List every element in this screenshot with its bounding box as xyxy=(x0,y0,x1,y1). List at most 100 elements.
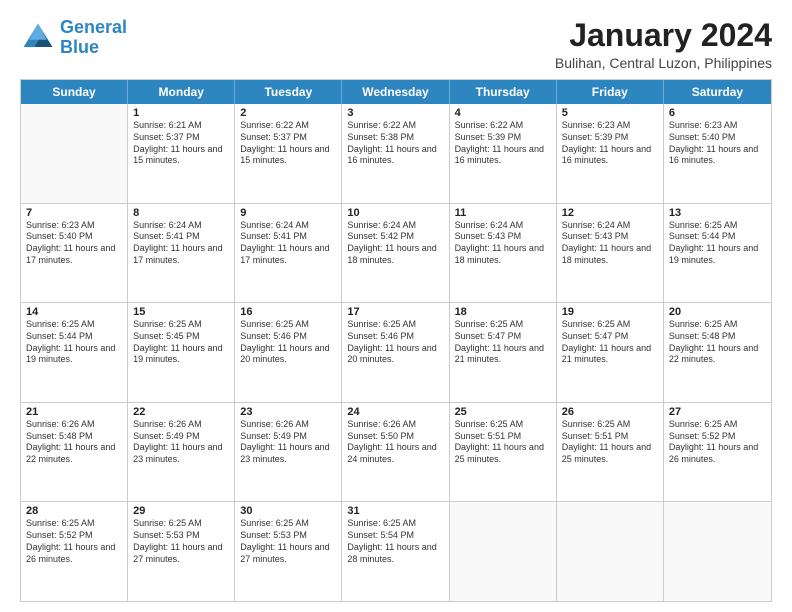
daylight-text: Daylight: 11 hours and 23 minutes. xyxy=(240,442,336,465)
day-cell-3: 3Sunrise: 6:22 AMSunset: 5:38 PMDaylight… xyxy=(342,104,449,203)
daylight-text: Daylight: 11 hours and 27 minutes. xyxy=(240,542,336,565)
day-number: 2 xyxy=(240,107,336,119)
sunrise-text: Sunrise: 6:24 AM xyxy=(133,220,229,232)
sunset-text: Sunset: 5:49 PM xyxy=(240,431,336,443)
day-cell-22: 22Sunrise: 6:26 AMSunset: 5:49 PMDayligh… xyxy=(128,403,235,502)
week-row-1: 7Sunrise: 6:23 AMSunset: 5:40 PMDaylight… xyxy=(21,203,771,303)
day-cell-14: 14Sunrise: 6:25 AMSunset: 5:44 PMDayligh… xyxy=(21,303,128,402)
logo-text: General Blue xyxy=(60,18,127,58)
location: Bulihan, Central Luzon, Philippines xyxy=(555,55,772,71)
daylight-text: Daylight: 11 hours and 26 minutes. xyxy=(669,442,766,465)
sunset-text: Sunset: 5:48 PM xyxy=(669,331,766,343)
day-number: 22 xyxy=(133,406,229,418)
sunrise-text: Sunrise: 6:25 AM xyxy=(669,319,766,331)
day-cell-25: 25Sunrise: 6:25 AMSunset: 5:51 PMDayligh… xyxy=(450,403,557,502)
sunrise-text: Sunrise: 6:25 AM xyxy=(562,419,658,431)
daylight-text: Daylight: 11 hours and 16 minutes. xyxy=(669,144,766,167)
day-number: 27 xyxy=(669,406,766,418)
sunrise-text: Sunrise: 6:25 AM xyxy=(133,319,229,331)
calendar: SundayMondayTuesdayWednesdayThursdayFrid… xyxy=(20,79,772,602)
sunrise-text: Sunrise: 6:22 AM xyxy=(455,120,551,132)
sunset-text: Sunset: 5:44 PM xyxy=(26,331,122,343)
header-day-sunday: Sunday xyxy=(21,80,128,104)
day-cell-19: 19Sunrise: 6:25 AMSunset: 5:47 PMDayligh… xyxy=(557,303,664,402)
day-number: 20 xyxy=(669,306,766,318)
day-number: 25 xyxy=(455,406,551,418)
sunset-text: Sunset: 5:47 PM xyxy=(562,331,658,343)
day-number: 11 xyxy=(455,207,551,219)
sunset-text: Sunset: 5:43 PM xyxy=(562,231,658,243)
day-number: 28 xyxy=(26,505,122,517)
daylight-text: Daylight: 11 hours and 19 minutes. xyxy=(133,343,229,366)
sunrise-text: Sunrise: 6:22 AM xyxy=(347,120,443,132)
day-number: 18 xyxy=(455,306,551,318)
daylight-text: Daylight: 11 hours and 16 minutes. xyxy=(347,144,443,167)
day-number: 30 xyxy=(240,505,336,517)
sunset-text: Sunset: 5:40 PM xyxy=(26,231,122,243)
day-number: 6 xyxy=(669,107,766,119)
day-number: 26 xyxy=(562,406,658,418)
header-day-monday: Monday xyxy=(128,80,235,104)
sunrise-text: Sunrise: 6:23 AM xyxy=(26,220,122,232)
daylight-text: Daylight: 11 hours and 15 minutes. xyxy=(133,144,229,167)
sunrise-text: Sunrise: 6:24 AM xyxy=(455,220,551,232)
sunset-text: Sunset: 5:47 PM xyxy=(455,331,551,343)
sunrise-text: Sunrise: 6:25 AM xyxy=(347,518,443,530)
daylight-text: Daylight: 11 hours and 15 minutes. xyxy=(240,144,336,167)
week-row-3: 21Sunrise: 6:26 AMSunset: 5:48 PMDayligh… xyxy=(21,402,771,502)
calendar-header: SundayMondayTuesdayWednesdayThursdayFrid… xyxy=(21,80,771,104)
day-number: 15 xyxy=(133,306,229,318)
sunset-text: Sunset: 5:48 PM xyxy=(26,431,122,443)
daylight-text: Daylight: 11 hours and 23 minutes. xyxy=(133,442,229,465)
sunset-text: Sunset: 5:45 PM xyxy=(133,331,229,343)
day-number: 17 xyxy=(347,306,443,318)
logo-blue: Blue xyxy=(60,37,99,57)
daylight-text: Daylight: 11 hours and 18 minutes. xyxy=(347,243,443,266)
sunset-text: Sunset: 5:49 PM xyxy=(133,431,229,443)
day-cell-30: 30Sunrise: 6:25 AMSunset: 5:53 PMDayligh… xyxy=(235,502,342,601)
day-number: 1 xyxy=(133,107,229,119)
day-number: 31 xyxy=(347,505,443,517)
sunrise-text: Sunrise: 6:25 AM xyxy=(240,518,336,530)
sunrise-text: Sunrise: 6:21 AM xyxy=(133,120,229,132)
sunrise-text: Sunrise: 6:25 AM xyxy=(669,220,766,232)
sunrise-text: Sunrise: 6:25 AM xyxy=(455,319,551,331)
day-cell-17: 17Sunrise: 6:25 AMSunset: 5:46 PMDayligh… xyxy=(342,303,449,402)
day-cell-2: 2Sunrise: 6:22 AMSunset: 5:37 PMDaylight… xyxy=(235,104,342,203)
day-cell-15: 15Sunrise: 6:25 AMSunset: 5:45 PMDayligh… xyxy=(128,303,235,402)
day-cell-9: 9Sunrise: 6:24 AMSunset: 5:41 PMDaylight… xyxy=(235,204,342,303)
sunrise-text: Sunrise: 6:25 AM xyxy=(347,319,443,331)
sunset-text: Sunset: 5:41 PM xyxy=(240,231,336,243)
day-cell-1: 1Sunrise: 6:21 AMSunset: 5:37 PMDaylight… xyxy=(128,104,235,203)
daylight-text: Daylight: 11 hours and 24 minutes. xyxy=(347,442,443,465)
daylight-text: Daylight: 11 hours and 22 minutes. xyxy=(669,343,766,366)
sunrise-text: Sunrise: 6:26 AM xyxy=(347,419,443,431)
day-cell-10: 10Sunrise: 6:24 AMSunset: 5:42 PMDayligh… xyxy=(342,204,449,303)
daylight-text: Daylight: 11 hours and 25 minutes. xyxy=(455,442,551,465)
sunset-text: Sunset: 5:46 PM xyxy=(240,331,336,343)
day-cell-31: 31Sunrise: 6:25 AMSunset: 5:54 PMDayligh… xyxy=(342,502,449,601)
day-cell-27: 27Sunrise: 6:25 AMSunset: 5:52 PMDayligh… xyxy=(664,403,771,502)
daylight-text: Daylight: 11 hours and 16 minutes. xyxy=(562,144,658,167)
day-cell-20: 20Sunrise: 6:25 AMSunset: 5:48 PMDayligh… xyxy=(664,303,771,402)
daylight-text: Daylight: 11 hours and 16 minutes. xyxy=(455,144,551,167)
day-number: 13 xyxy=(669,207,766,219)
daylight-text: Daylight: 11 hours and 21 minutes. xyxy=(562,343,658,366)
daylight-text: Daylight: 11 hours and 26 minutes. xyxy=(26,542,122,565)
sunset-text: Sunset: 5:39 PM xyxy=(455,132,551,144)
week-row-2: 14Sunrise: 6:25 AMSunset: 5:44 PMDayligh… xyxy=(21,302,771,402)
day-cell-6: 6Sunrise: 6:23 AMSunset: 5:40 PMDaylight… xyxy=(664,104,771,203)
day-number: 4 xyxy=(455,107,551,119)
header-day-wednesday: Wednesday xyxy=(342,80,449,104)
sunset-text: Sunset: 5:40 PM xyxy=(669,132,766,144)
day-number: 5 xyxy=(562,107,658,119)
day-cell-29: 29Sunrise: 6:25 AMSunset: 5:53 PMDayligh… xyxy=(128,502,235,601)
week-row-0: 1Sunrise: 6:21 AMSunset: 5:37 PMDaylight… xyxy=(21,104,771,203)
logo-general: General xyxy=(60,17,127,37)
day-cell-21: 21Sunrise: 6:26 AMSunset: 5:48 PMDayligh… xyxy=(21,403,128,502)
sunrise-text: Sunrise: 6:24 AM xyxy=(240,220,336,232)
page: General Blue January 2024 Bulihan, Centr… xyxy=(0,0,792,612)
daylight-text: Daylight: 11 hours and 19 minutes. xyxy=(26,343,122,366)
sunrise-text: Sunrise: 6:22 AM xyxy=(240,120,336,132)
empty-cell-0-0 xyxy=(21,104,128,203)
